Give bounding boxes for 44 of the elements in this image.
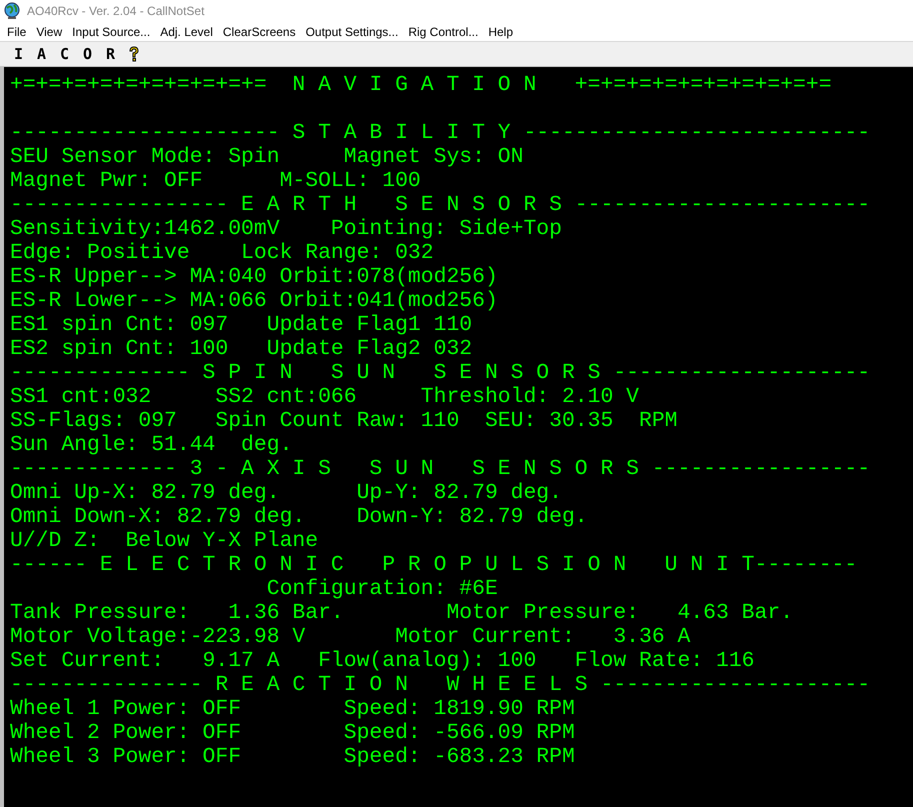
- menu-item[interactable]: File: [2, 22, 32, 40]
- toolbar-button[interactable]: O: [77, 43, 98, 65]
- telemetry-line: Wheel 1 Power: OFF Speed: 1819.90 RPM: [10, 697, 575, 721]
- menu-item[interactable]: Rig Control...: [403, 22, 484, 40]
- telemetry-line: Edge: Positive Lock Range: 032: [10, 241, 434, 265]
- telemetry-line: Sensitivity:1462.00mV Pointing: Side+Top: [10, 217, 562, 241]
- globe-icon: [3, 2, 21, 20]
- telemetry-line: Set Current: 9.17 A Flow(analog): 100 Flow Rate: 116: [10, 649, 755, 673]
- menu-item[interactable]: ClearScreens: [218, 22, 301, 40]
- navigation-title: +=+=+=+=+=+=+=+=+=+= N A V I G A T I O N +=+=+=+=+=+=+=+=+=+=: [10, 73, 832, 97]
- section-header: -------------- S P I N S U N S E N S O R S --------------------: [10, 361, 870, 385]
- telemetry-line: Omni Up-X: 82.79 deg. Up-Y: 82.79 deg.: [10, 481, 562, 505]
- toolbar-button[interactable]: C: [54, 43, 75, 65]
- window-title: AO40Rcv - Ver. 2.04 - CallNotSet: [27, 3, 204, 20]
- telemetry-line: ES-R Lower--> MA:066 Orbit:041(mod256): [10, 289, 498, 313]
- menu-item[interactable]: Adj. Level: [155, 22, 218, 40]
- telemetry-line: Omni Down-X: 82.79 deg. Down-Y: 82.79 deg.: [10, 505, 588, 529]
- telemetry-line: Wheel 3 Power: OFF Speed: -683.23 RPM: [10, 745, 575, 769]
- toolbar-button[interactable]: R: [100, 43, 121, 65]
- toolbar-button[interactable]: I: [8, 43, 29, 65]
- telemetry-line: ES-R Upper--> MA:040 Orbit:078(mod256): [10, 265, 498, 289]
- telemetry-line: SS-Flags: 097 Spin Count Raw: 110 SEU: 30.35 RPM: [10, 409, 678, 433]
- telemetry-line: ES2 spin Cnt: 100 Update Flag2 032: [10, 337, 472, 361]
- menu-item[interactable]: View: [31, 22, 68, 40]
- telemetry-line: ES1 spin Cnt: 097 Update Flag1 110: [10, 313, 472, 337]
- question-mark-icon: [128, 46, 140, 62]
- telemetry-line: Wheel 2 Power: OFF Speed: -566.09 RPM: [10, 721, 575, 745]
- telemetry-line: Tank Pressure: 1.36 Bar. Motor Pressure: 4.63 Bar.: [10, 601, 794, 625]
- toolbar-button[interactable]: A: [31, 43, 52, 65]
- menu-item[interactable]: Help: [483, 22, 518, 40]
- menu-item[interactable]: Output Settings...: [300, 22, 404, 40]
- telemetry-line: SEU Sensor Mode: Spin Magnet Sys: ON: [10, 145, 524, 169]
- telemetry-line: Magnet Pwr: OFF M-SOLL: 100: [10, 169, 421, 193]
- section-header: ------ E L E C T R O N I C P R O P U L S I O N U N I T--------: [10, 553, 858, 577]
- section-header: --------------- R E A C T I O N W H E E L S ---------------------: [10, 673, 870, 697]
- telemetry-line: Sun Angle: 51.44 deg.: [10, 433, 292, 457]
- section-header: ----------------- E A R T H S E N S O R S -----------------------: [10, 193, 870, 217]
- telemetry-line: Motor Voltage:-223.98 V Motor Current: 3.36 A: [10, 625, 690, 649]
- menu-item[interactable]: Input Source...: [67, 22, 156, 40]
- section-header: ------------- 3 - A X I S S U N S E N S O R S -----------------: [10, 457, 870, 481]
- telemetry-line: SS1 cnt:032 SS2 cnt:066 Threshold: 2.10 V: [10, 385, 639, 409]
- telemetry-line: Configuration: #6E: [266, 577, 498, 601]
- telemetry-line: U//D Z: Below Y-X Plane: [10, 529, 318, 553]
- section-header: --------------------- S T A B I L I T Y ---------------------------: [10, 121, 870, 145]
